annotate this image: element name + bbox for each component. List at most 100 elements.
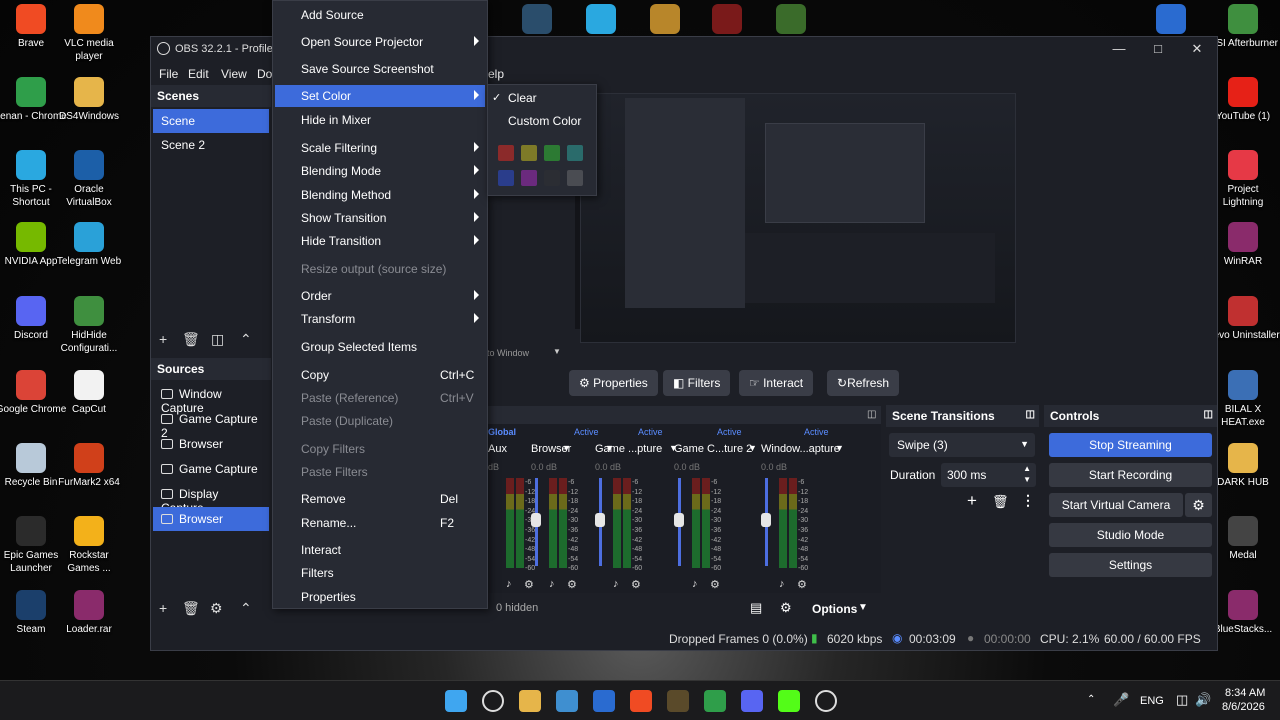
source-item[interactable]: Display Capture: [153, 482, 269, 515]
remove-scene-icon[interactable]: 🗑: [182, 331, 200, 348]
chevron-down-icon[interactable]: ▼: [835, 443, 844, 453]
fader-knob[interactable]: [674, 513, 684, 527]
color-swatch[interactable]: [544, 170, 560, 186]
properties-button[interactable]: ⚙ Properties: [569, 370, 658, 396]
context-menu-item[interactable]: Scale Filtering: [275, 137, 485, 159]
filters-button[interactable]: ◧ Filters: [663, 370, 731, 396]
outlook-icon[interactable]: [593, 690, 615, 712]
desktop-icon[interactable]: Loader.rar: [52, 590, 126, 636]
fader-knob[interactable]: [595, 513, 605, 527]
context-menu-item[interactable]: Transform: [275, 308, 485, 330]
context-menu-item[interactable]: Hide in Mixer: [275, 109, 485, 131]
app-icon-5[interactable]: [776, 4, 806, 34]
source-item[interactable]: Browser: [153, 432, 269, 456]
close-button[interactable]: ✕: [1177, 39, 1217, 59]
minimize-button[interactable]: —: [1099, 39, 1139, 59]
source-item[interactable]: Game Capture: [153, 457, 269, 481]
brave-icon[interactable]: [630, 690, 652, 712]
source-item[interactable]: Window Capture: [153, 382, 269, 415]
start-virtual-camera-button[interactable]: Start Virtual Camera: [1049, 493, 1183, 517]
chevron-down-icon[interactable]: ▼: [1023, 475, 1031, 484]
color-swatch[interactable]: [521, 170, 537, 186]
color-swatch[interactable]: [567, 145, 583, 161]
obs-icon[interactable]: [815, 690, 837, 712]
transition-select[interactable]: Swipe (3) ▼: [889, 433, 1035, 457]
app-icon-1[interactable]: [522, 4, 552, 34]
options-button[interactable]: Options: [812, 602, 857, 616]
app-icon-4[interactable]: [712, 4, 742, 34]
stop-streaming-button[interactable]: Stop Streaming: [1049, 433, 1212, 457]
gear-icon[interactable]: ⚙: [780, 600, 792, 616]
speaker-icon[interactable]: ♪: [549, 578, 555, 590]
context-menu-item[interactable]: Interact: [275, 539, 485, 561]
desktop-icon[interactable]: HidHide Configurati...: [52, 296, 126, 355]
maximize-button[interactable]: □: [1138, 39, 1178, 59]
menu-help[interactable]: elp: [488, 67, 504, 81]
move-up-icon[interactable]: ⌃: [240, 600, 252, 617]
duration-spinbox[interactable]: 300 ms ▲ ▼: [941, 463, 1036, 487]
desktop-icon[interactable]: DS4Windows: [52, 77, 126, 123]
speaker-icon[interactable]: ♪: [506, 578, 512, 590]
chevron-down-icon[interactable]: ▼: [748, 443, 757, 453]
chevron-up-icon[interactable]: ⌃: [1087, 694, 1095, 705]
studio-mode-button[interactable]: Studio Mode: [1049, 523, 1212, 547]
dock-float-icon[interactable]: ◫: [867, 409, 876, 420]
game-icon[interactable]: [667, 690, 689, 712]
search-icon[interactable]: [482, 690, 504, 712]
context-menu-item[interactable]: Group Selected Items: [275, 336, 485, 358]
color-swatch[interactable]: [498, 145, 514, 161]
gear-icon[interactable]: ⚙: [210, 600, 223, 617]
context-menu-item[interactable]: Blending Mode: [275, 160, 485, 182]
discord-icon[interactable]: [741, 690, 763, 712]
context-menu-item[interactable]: Rename... F2: [275, 512, 485, 534]
desktop-icon[interactable]: Telegram Web: [52, 222, 126, 268]
menu-view[interactable]: View: [221, 67, 247, 81]
color-swatch[interactable]: [498, 170, 514, 186]
remove-source-icon[interactable]: 🗑: [182, 600, 200, 617]
context-menu-item[interactable]: Show Transition: [275, 207, 485, 229]
move-up-icon[interactable]: ⌃: [240, 331, 252, 348]
fader-knob[interactable]: [531, 513, 541, 527]
context-menu-item[interactable]: Add Source: [275, 4, 485, 26]
filter-scene-icon[interactable]: ◫: [211, 331, 224, 348]
context-menu-item[interactable]: Copy Ctrl+C: [275, 364, 485, 386]
app-icon-6[interactable]: [1156, 4, 1186, 34]
start-recording-button[interactable]: Start Recording: [1049, 463, 1212, 487]
layout-icon[interactable]: ▤: [750, 600, 762, 616]
preview-canvas[interactable]: [575, 93, 1016, 343]
desktop-icon[interactable]: CapCut: [52, 370, 126, 416]
speaker-icon[interactable]: ♪: [779, 578, 785, 590]
settings-button[interactable]: Settings: [1049, 553, 1212, 577]
desktop-icon[interactable]: Rockstar Games ...: [52, 516, 126, 575]
app-icon-3[interactable]: [650, 4, 680, 34]
gear-icon[interactable]: ⚙: [631, 578, 641, 591]
chevron-down-icon[interactable]: ▼: [553, 347, 561, 356]
speaker-icon[interactable]: ♪: [613, 578, 619, 590]
source-dropdown[interactable]: to Window: [487, 348, 529, 358]
context-menu-item[interactable]: Remove Del: [275, 488, 485, 510]
context-menu-item[interactable]: Hide Transition: [275, 230, 485, 252]
menu-docks[interactable]: Do: [257, 67, 272, 81]
add-transition-icon[interactable]: +: [967, 491, 977, 511]
volume-icon[interactable]: 🔊: [1195, 692, 1211, 708]
context-menu-item[interactable]: Open Source Projector: [275, 31, 485, 53]
clock-time[interactable]: 8:34 AM: [1225, 687, 1265, 699]
start-icon[interactable]: [445, 690, 467, 712]
add-source-icon[interactable]: +: [159, 600, 167, 616]
menu-edit[interactable]: Edit: [188, 67, 209, 81]
custom-color-item[interactable]: Custom Color: [508, 114, 581, 128]
context-menu-item[interactable]: Save Source Screenshot: [275, 58, 485, 80]
context-menu-item[interactable]: Order: [275, 285, 485, 307]
source-item[interactable]: Game Capture 2: [153, 407, 269, 440]
fader-knob[interactable]: [761, 513, 771, 527]
gear-icon[interactable]: ⚙: [710, 578, 720, 591]
scene-item[interactable]: Scene 2: [153, 133, 269, 157]
chrome-icon[interactable]: [704, 690, 726, 712]
context-menu-item[interactable]: Set Color: [275, 85, 485, 107]
color-swatch[interactable]: [544, 145, 560, 161]
clear-color-item[interactable]: Clear: [508, 91, 537, 105]
refresh-button[interactable]: ↻Refresh: [827, 370, 900, 396]
chevron-up-icon[interactable]: ▲: [1023, 464, 1031, 473]
add-scene-icon[interactable]: +: [159, 331, 167, 347]
context-menu-item[interactable]: Blending Method: [275, 184, 485, 206]
